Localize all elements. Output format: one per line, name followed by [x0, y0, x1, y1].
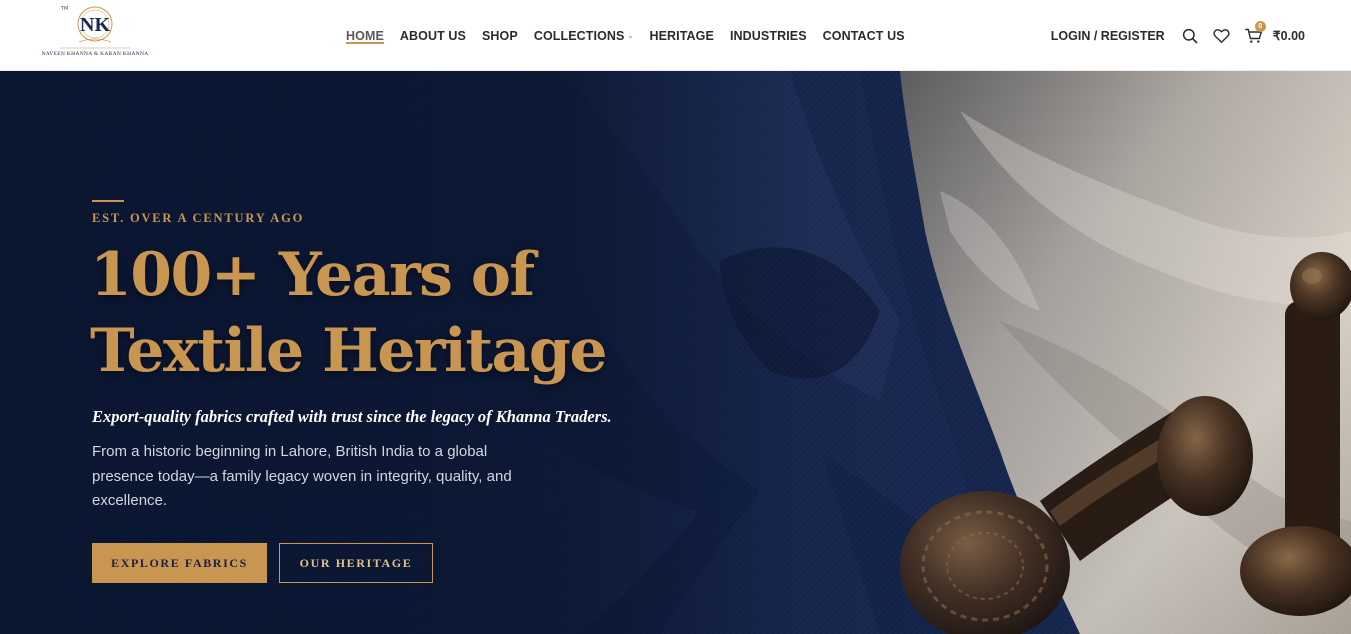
site-header: TM NK NAVEEN KHANNA & KARAN KHANNA HOME … [0, 0, 1351, 71]
nav-shop[interactable]: SHOP [482, 0, 518, 71]
header-actions: LOGIN / REGISTER 0 ₹0.00 [1051, 0, 1305, 71]
nav-about-label: ABOUT US [399, 28, 466, 43]
nav-heritage-label: HERITAGE [649, 28, 714, 43]
logo-names: NAVEEN KHANNA & KARAN KHANNA [41, 51, 149, 57]
our-heritage-button[interactable]: OUR HERITAGE [279, 543, 433, 583]
nav-collections[interactable]: COLLECTIONS ⌄ [534, 0, 634, 71]
login-register-link[interactable]: LOGIN / REGISTER [1051, 29, 1165, 43]
cart-icon: 0 [1244, 20, 1266, 45]
nav-home-label: HOME [346, 28, 384, 43]
chevron-down-icon: ⌄ [627, 32, 634, 40]
explore-fabrics-button[interactable]: EXPLORE FABRICS [92, 543, 267, 583]
cart-count-badge: 0 [1254, 20, 1266, 32]
hero-tagline: Export-quality fabrics crafted with trus… [92, 407, 612, 426]
hero-headline-line-2: Textile Heritage [90, 316, 608, 386]
nav-heritage[interactable]: HERITAGE [649, 0, 713, 71]
brand-logo[interactable]: TM NK NAVEEN KHANNA & KARAN KHANNA [42, 2, 149, 68]
nav-home[interactable]: HOME [346, 0, 384, 71]
logo-divider [60, 47, 130, 49]
hero-section: EST. OVER A CENTURY AGO 100+ Years of Te… [0, 71, 1351, 634]
hero-headline-line-1: 100+ Years of [90, 240, 535, 310]
nav-about-us[interactable]: ABOUT US [400, 0, 466, 71]
main-nav: HOME ABOUT US SHOP COLLECTIONS ⌄ HERITAGE… [346, 0, 921, 71]
eyebrow-divider [92, 200, 124, 202]
trademark-mark: TM [61, 6, 69, 12]
nav-contact-us[interactable]: CONTACT US [823, 0, 905, 71]
cart-button[interactable]: 0 ₹0.00 [1244, 20, 1305, 45]
nav-industries-label: INDUSTRIES [729, 28, 807, 43]
nav-contact-label: CONTACT US [822, 28, 905, 43]
hero-headline: 100+ Years of Textile Heritage [90, 237, 608, 389]
hero-eyebrow: EST. OVER A CENTURY AGO [92, 211, 305, 225]
nav-industries[interactable]: INDUSTRIES [730, 0, 807, 71]
monogram-emblem: NK [77, 6, 113, 43]
cart-total: ₹0.00 [1272, 29, 1305, 43]
monogram-text: NK [80, 14, 110, 36]
nav-collections-label: COLLECTIONS [533, 28, 625, 43]
nav-shop-label: SHOP [481, 28, 518, 43]
hero-description: From a historic beginning in Lahore, Bri… [92, 443, 512, 509]
heart-icon[interactable] [1213, 27, 1231, 45]
search-icon[interactable] [1181, 27, 1199, 45]
